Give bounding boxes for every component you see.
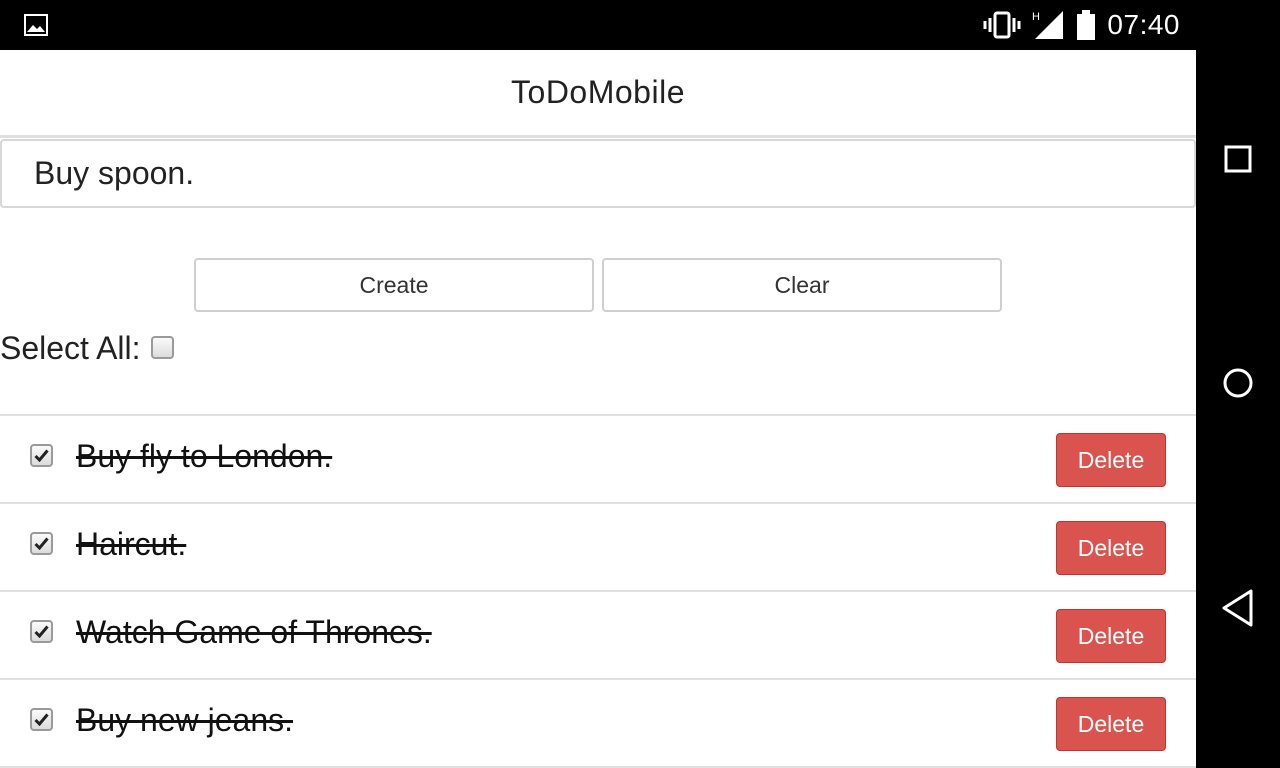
todo-row: Buy fly to London. Delete: [0, 416, 1196, 504]
delete-button[interactable]: Delete: [1056, 433, 1166, 487]
todo-checkbox[interactable]: [30, 532, 53, 555]
clear-button[interactable]: Clear: [602, 258, 1002, 312]
home-icon: [1223, 368, 1253, 398]
todo-checkbox[interactable]: [30, 620, 53, 643]
header: ToDoMobile: [0, 50, 1196, 138]
navigation-bar: [1196, 50, 1280, 768]
checkmark-icon: [34, 625, 49, 638]
image-icon: [24, 14, 48, 36]
action-buttons: Create Clear: [194, 258, 1002, 312]
todo-list: Buy fly to London. Delete Haircut. Delet…: [0, 414, 1196, 768]
checkmark-icon: [34, 713, 49, 726]
select-all: Select All:: [0, 330, 174, 367]
delete-button[interactable]: Delete: [1056, 609, 1166, 663]
todo-row: Watch Game of Thrones. Delete: [0, 592, 1196, 680]
recents-icon: [1224, 145, 1252, 173]
app-screen: ToDoMobile Create Clear Select All: Buy …: [0, 50, 1196, 768]
recents-button[interactable]: [1196, 144, 1280, 174]
checkmark-icon: [34, 449, 49, 462]
todo-checkbox[interactable]: [30, 708, 53, 731]
home-button[interactable]: [1196, 366, 1280, 400]
delete-button[interactable]: Delete: [1056, 697, 1166, 751]
back-button[interactable]: [1196, 588, 1280, 628]
todo-text: Haircut.: [76, 526, 187, 562]
checkmark-icon: [34, 537, 49, 550]
status-icons: H 07:40: [983, 8, 1180, 42]
new-todo-input[interactable]: [0, 139, 1196, 208]
todo-text: Buy new jeans.: [76, 702, 294, 738]
delete-button[interactable]: Delete: [1056, 521, 1166, 575]
clock: 07:40: [1107, 9, 1180, 40]
create-button[interactable]: Create: [194, 258, 594, 312]
select-all-label: Select All:: [0, 330, 141, 366]
back-icon: [1222, 589, 1253, 627]
select-all-checkbox[interactable]: [150, 336, 174, 359]
todo-text: Watch Game of Thrones.: [76, 614, 432, 650]
todo-row: Buy new jeans. Delete: [0, 680, 1196, 768]
todo-checkbox[interactable]: [30, 444, 53, 467]
page-title: ToDoMobile: [511, 74, 685, 110]
vibrate-icon: [983, 11, 1021, 39]
todo-row: Haircut. Delete: [0, 504, 1196, 592]
battery-icon: [1077, 10, 1096, 40]
todo-text: Buy fly to London.: [76, 438, 333, 474]
svg-text:H: H: [1032, 11, 1040, 23]
signal-icon: H: [1032, 11, 1064, 39]
status-bar: H 07:40: [0, 0, 1280, 50]
